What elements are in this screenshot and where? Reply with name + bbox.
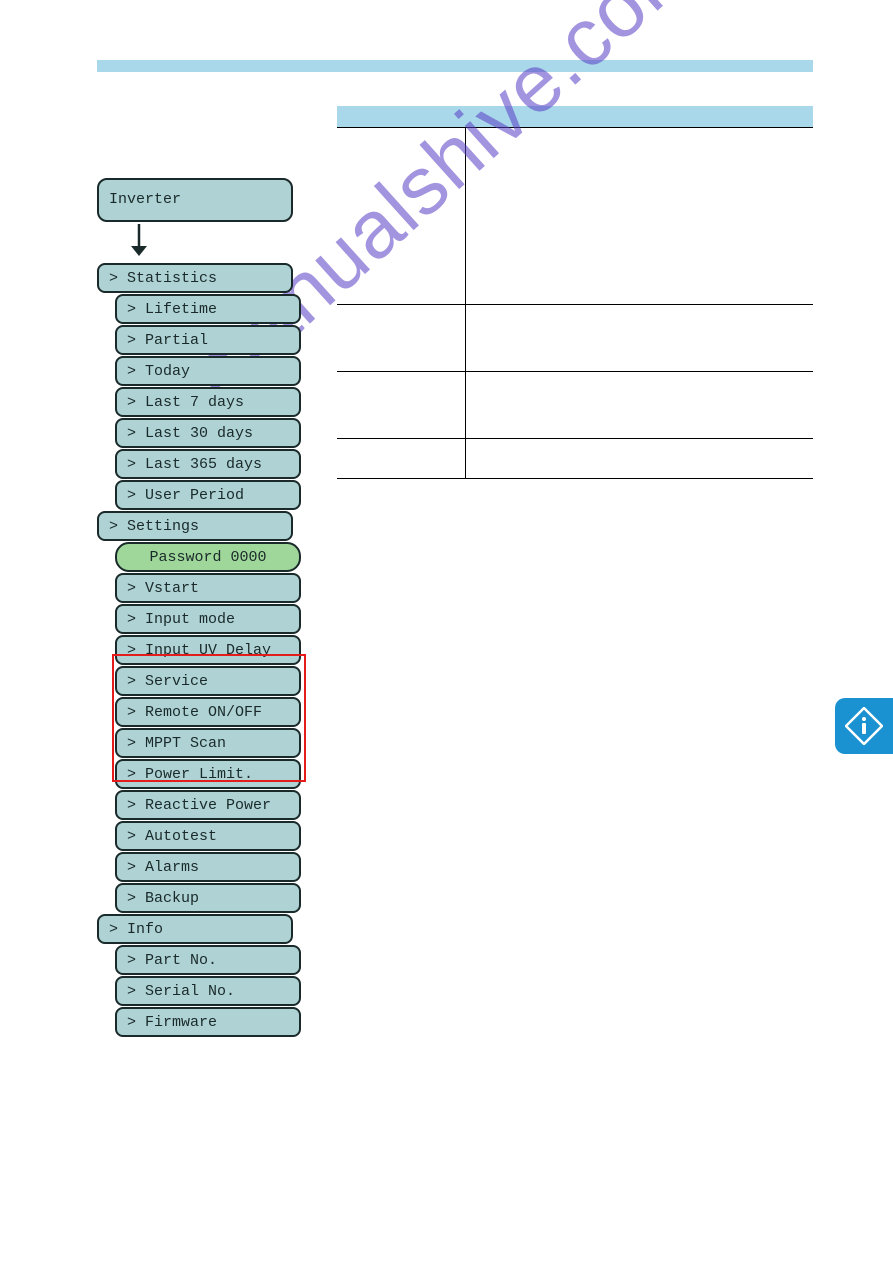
menu-item-last-7-days[interactable]: > Last 7 days — [115, 387, 301, 417]
table-divider-horizontal — [337, 371, 813, 372]
side-badge — [835, 698, 893, 754]
content-table — [337, 106, 813, 478]
menu-item-user-period[interactable]: > User Period — [115, 480, 301, 510]
menu-item-reactive-power[interactable]: > Reactive Power — [115, 790, 301, 820]
table-divider-horizontal — [337, 304, 813, 305]
menu-item-power-limit[interactable]: > Power Limit. — [115, 759, 301, 789]
info-diamond-icon — [845, 707, 883, 745]
menu-item-input-mode[interactable]: > Input mode — [115, 604, 301, 634]
menu-item-serial-no[interactable]: > Serial No. — [115, 976, 301, 1006]
menu-item-part-no[interactable]: > Part No. — [115, 945, 301, 975]
menu-item-autotest[interactable]: > Autotest — [115, 821, 301, 851]
arrow-down-icon — [127, 222, 151, 258]
menu-item-lifetime[interactable]: > Lifetime — [115, 294, 301, 324]
table-header-row — [337, 106, 813, 128]
table-divider-vertical — [465, 128, 466, 478]
header-rule — [97, 60, 813, 72]
menu-item-mppt-scan[interactable]: > MPPT Scan — [115, 728, 301, 758]
menu-item-password[interactable]: Password 0000 — [115, 542, 301, 572]
menu-item-last-365-days[interactable]: > Last 365 days — [115, 449, 301, 479]
menu-item-partial[interactable]: > Partial — [115, 325, 301, 355]
menu-tree: Inverter > Statistics > Lifetime > Parti… — [97, 178, 303, 1037]
table-divider-horizontal — [337, 478, 813, 479]
menu-item-vstart[interactable]: > Vstart — [115, 573, 301, 603]
menu-item-backup[interactable]: > Backup — [115, 883, 301, 913]
menu-root-inverter[interactable]: Inverter — [97, 178, 293, 222]
menu-section-info[interactable]: > Info — [97, 914, 293, 944]
menu-item-firmware[interactable]: > Firmware — [115, 1007, 301, 1037]
menu-item-remote-on-off[interactable]: > Remote ON/OFF — [115, 697, 301, 727]
menu-item-today[interactable]: > Today — [115, 356, 301, 386]
menu-item-input-uv-delay[interactable]: > Input UV Delay — [115, 635, 301, 665]
menu-item-last-30-days[interactable]: > Last 30 days — [115, 418, 301, 448]
menu-section-statistics[interactable]: > Statistics — [97, 263, 293, 293]
menu-item-alarms[interactable]: > Alarms — [115, 852, 301, 882]
menu-section-settings[interactable]: > Settings — [97, 511, 293, 541]
table-body — [337, 128, 813, 478]
table-divider-horizontal — [337, 438, 813, 439]
menu-item-service[interactable]: > Service — [115, 666, 301, 696]
